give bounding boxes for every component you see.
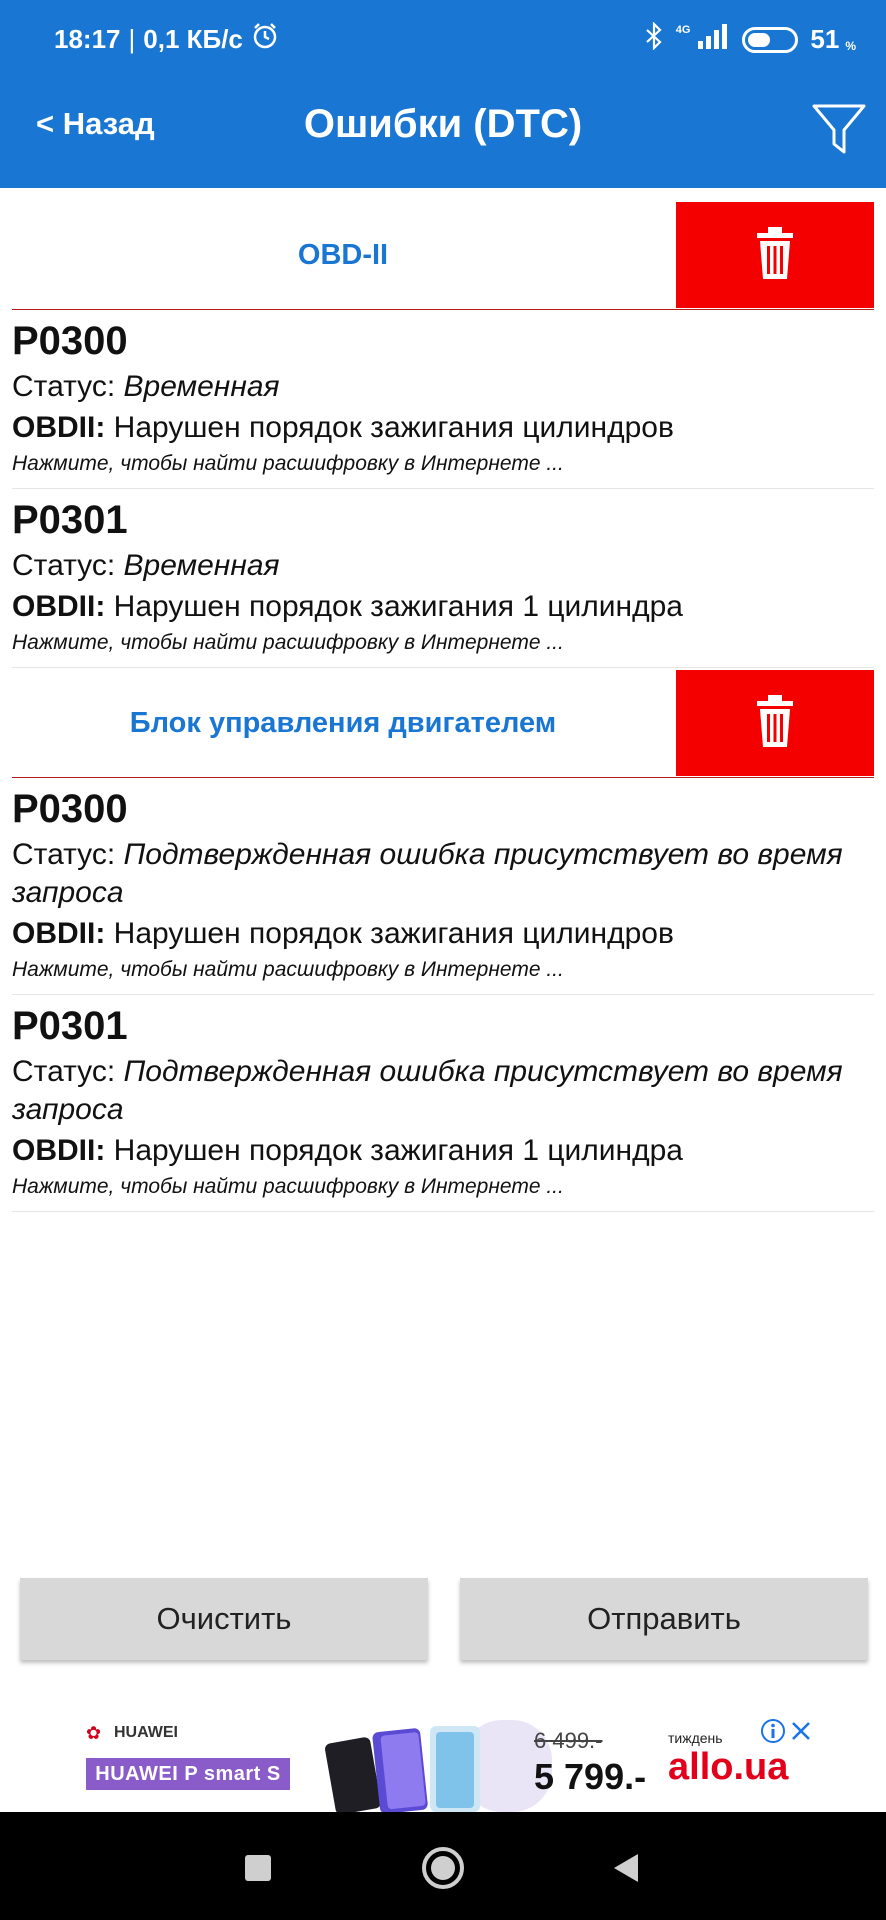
filter-icon [812, 104, 866, 154]
ad-new-price: 5 799.- [534, 1756, 647, 1797]
dtc-search-hint: Нажмите, чтобы найти расшифровку в Интер… [12, 1175, 564, 1198]
signal-icon [696, 23, 730, 56]
status-speed: 0,1 КБ/с [143, 24, 243, 54]
dtc-search-hint: Нажмите, чтобы найти расшифровку в Интер… [12, 631, 564, 654]
circle-icon [422, 1847, 464, 1889]
delete-group-button[interactable] [676, 670, 874, 776]
send-button[interactable]: Отправить [460, 1578, 868, 1660]
dtc-search-hint: Нажмите, чтобы найти расшифровку в Интер… [12, 958, 564, 981]
group-title: OBD-II [297, 238, 389, 271]
dtc-list-item[interactable]: P0301 Статус: Подтвержденная ошибка прису… [12, 995, 874, 1212]
dtc-status-label: Статус: [12, 838, 124, 871]
dtc-description: OBDII: Нарушен порядок зажигания цилиндр… [12, 914, 874, 954]
ad-brand: ✿ HUAWEI [86, 1724, 178, 1742]
dtc-list: OBD-II P0300 Статус: Временная OBDII: Наруш… [12, 200, 874, 1212]
group-title: Блок управления двигателем [129, 706, 557, 739]
dtc-desc-prefix: OBDII: [12, 590, 106, 623]
dtc-status-label: Статус: [12, 549, 124, 582]
ad-banner[interactable]: ✿ HUAWEI HUAWEI P smart S 6 499.- 5 799.… [0, 1710, 886, 1815]
dtc-desc-prefix: OBDII: [12, 411, 106, 444]
dtc-status-value: Временная [123, 549, 280, 582]
dtc-desc-prefix: OBDII: [12, 1134, 106, 1167]
dtc-status-label: Статус: [12, 1055, 124, 1088]
dtc-code: P0301 [12, 1004, 128, 1048]
dtc-search-hint: Нажмите, чтобы найти расшифровку в Интер… [12, 452, 564, 475]
huawei-logo-icon: ✿ [86, 1723, 102, 1743]
status-left: 18:17 | 0,1 КБ/с [54, 22, 279, 57]
ad-close-icon[interactable] [788, 1718, 814, 1744]
ad-tagline: тиждень [668, 1730, 723, 1746]
dtc-status: Статус: Временная [12, 547, 874, 585]
dtc-code: P0300 [12, 319, 128, 363]
battery-percent: 51 [810, 24, 840, 54]
dtc-desc-prefix: OBDII: [12, 917, 106, 950]
dtc-description: OBDII: Нарушен порядок зажигания 1 цилин… [12, 1131, 874, 1171]
dtc-status-value: Подтвержденная ошибка присутствует во вр… [12, 1055, 843, 1126]
battery-icon [742, 26, 799, 53]
triangle-back-icon [614, 1854, 638, 1882]
dtc-description: OBDII: Нарушен порядок зажигания цилиндр… [12, 408, 874, 448]
dtc-desc-text: Нарушен порядок зажигания цилиндров [105, 411, 674, 444]
bluetooth-icon [644, 21, 664, 57]
dtc-list-item[interactable]: P0300 Статус: Временная OBDII: Нарушен пор… [12, 310, 874, 489]
system-nav-bar [0, 1812, 886, 1920]
group-header: Блок управления двигателем [12, 668, 874, 778]
clear-button[interactable]: Очистить [20, 1578, 428, 1660]
status-right: 4G 51 % [644, 21, 856, 57]
page-title: Ошибки (DTC) [303, 102, 583, 146]
home-button[interactable] [413, 1838, 473, 1898]
dtc-status: Статус: Временная [12, 368, 874, 406]
battery-percent-unit: % [845, 38, 856, 53]
network-type: 4G [675, 23, 691, 36]
battery-fill [748, 32, 771, 47]
trash-icon [753, 225, 797, 286]
alarm-icon [251, 22, 279, 57]
dtc-list-item[interactable]: P0301 Статус: Временная OBDII: Нарушен пор… [12, 489, 874, 668]
dtc-status: Статус: Подтвержденная ошибка присутству… [12, 1053, 874, 1129]
back-nav-button[interactable] [596, 1838, 656, 1898]
group-header: OBD-II [12, 200, 874, 310]
ad-old-price: 6 499.- [534, 1728, 603, 1753]
ad-phones-image [322, 1720, 554, 1815]
dtc-list-item[interactable]: P0300 Статус: Подтвержденная ошибка прису… [12, 778, 874, 995]
dtc-desc-text: Нарушен порядок зажигания цилиндров [105, 917, 674, 950]
filter-button[interactable] [808, 92, 870, 164]
ad-brand-name: HUAWEI [114, 1724, 178, 1741]
dtc-description: OBDII: Нарушен порядок зажигания 1 цилин… [12, 587, 874, 627]
recent-apps-button[interactable] [228, 1838, 288, 1898]
dtc-status-value: Подтвержденная ошибка присутствует во вр… [12, 838, 843, 909]
dtc-status-value: Временная [123, 370, 280, 403]
dtc-code: P0301 [12, 498, 128, 542]
top-bar: 18:17 | 0,1 КБ/с 4G 51 % < Назад Ошибки … [0, 0, 886, 188]
dtc-desc-text: Нарушен порядок зажигания 1 цилиндра [105, 590, 683, 623]
status-time: 18:17 [54, 24, 121, 54]
ad-store: allo.ua [668, 1746, 789, 1788]
ad-model: HUAWEI P smart S [86, 1758, 290, 1790]
delete-group-button[interactable] [676, 202, 874, 308]
status-bar: 18:17 | 0,1 КБ/с 4G 51 % [0, 0, 886, 78]
dtc-code: P0300 [12, 787, 128, 831]
trash-icon [753, 693, 797, 754]
dtc-desc-text: Нарушен порядок зажигания 1 цилиндра [105, 1134, 683, 1167]
status-separator: | [128, 24, 136, 54]
square-icon [245, 1855, 271, 1881]
ad-info-icon[interactable] [760, 1718, 786, 1744]
dtc-status-label: Статус: [12, 370, 124, 403]
app-bar: < Назад Ошибки (DTC) [0, 78, 886, 188]
dtc-status: Статус: Подтвержденная ошибка присутству… [12, 836, 874, 912]
